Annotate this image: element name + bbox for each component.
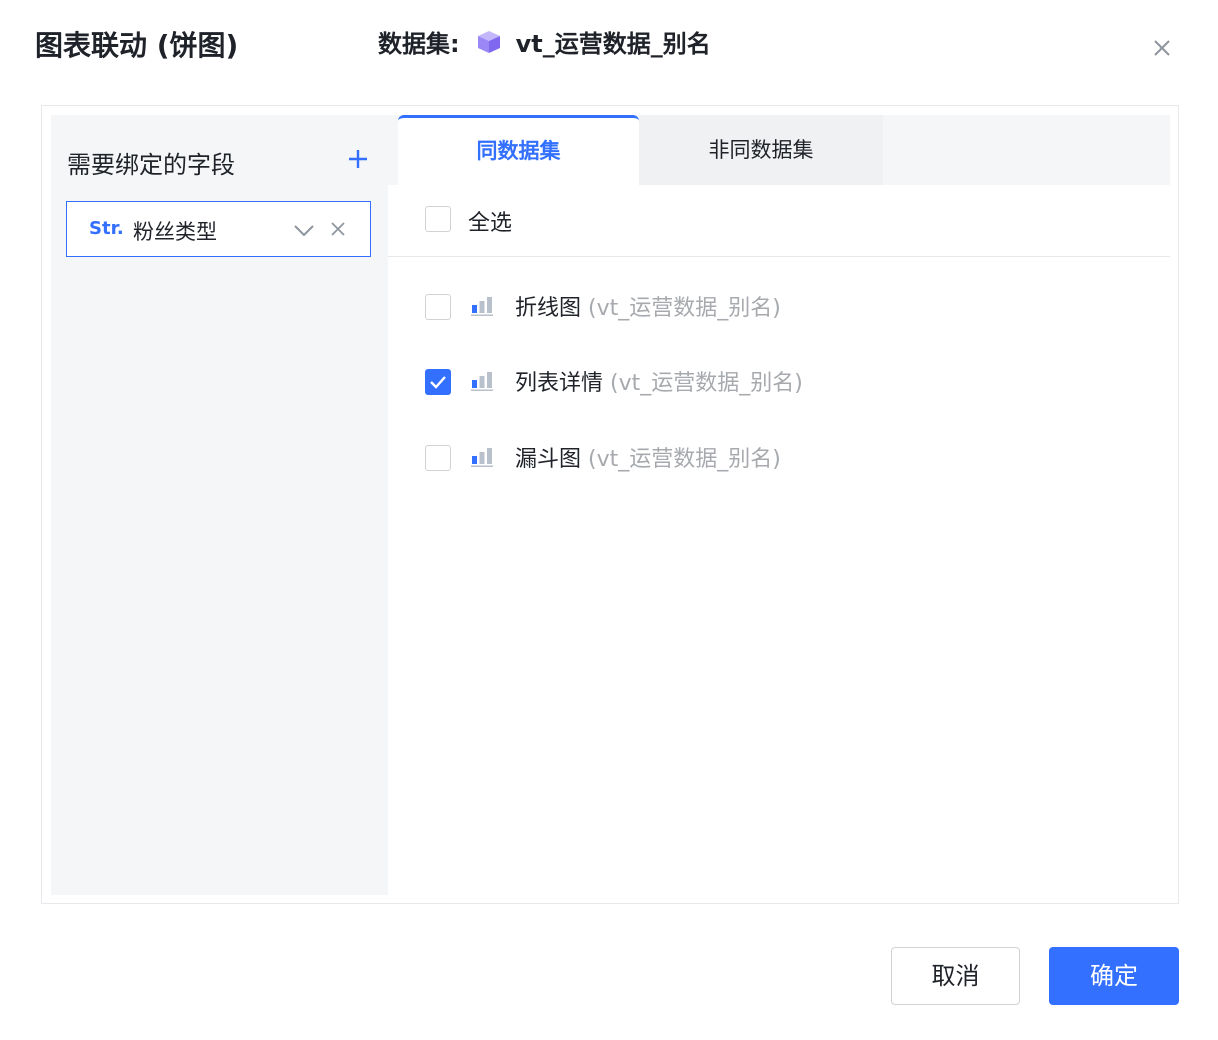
select-all-checkbox[interactable] (425, 206, 451, 232)
tab-other-dataset[interactable]: 非同数据集 (639, 115, 883, 185)
field-name: 粉丝类型 (133, 220, 217, 244)
close-icon[interactable] (1150, 36, 1174, 60)
dataset-tabs: 同数据集 非同数据集 (388, 115, 1170, 185)
cancel-button[interactable]: 取消 (891, 947, 1020, 1005)
bar-chart-icon (471, 445, 493, 467)
bind-fields-panel: 需要绑定的字段 Str. 粉丝类型 (51, 115, 388, 895)
dataset-info: 数据集: vt_运营数据_别名 (378, 24, 711, 59)
select-all-label: 全选 (468, 211, 513, 236)
dataset-cube-icon (476, 29, 502, 55)
list-item-chart[interactable]: 折线图 (vt_运营数据_别名) (388, 290, 1170, 330)
confirm-button[interactable]: 确定 (1049, 947, 1179, 1005)
chart-name: 折线图 (515, 296, 582, 321)
field-type-badge: Str. (89, 218, 124, 239)
tab-same-dataset[interactable]: 同数据集 (398, 115, 639, 185)
list-item-chart[interactable]: 列表详情 (vt_运营数据_别名) (388, 365, 1170, 405)
linkage-panel: 需要绑定的字段 Str. 粉丝类型 同数据集 非同数据集 全选 折线图 (vt_… (41, 105, 1179, 904)
field-select[interactable]: Str. 粉丝类型 (66, 201, 371, 257)
dataset-prefix: 数据集: (378, 30, 460, 58)
chart-dataset: (vt_运营数据_别名) (588, 296, 781, 321)
chart-dataset: (vt_运营数据_别名) (610, 371, 803, 396)
clear-field-icon[interactable] (329, 220, 347, 238)
chart-name: 列表详情 (515, 371, 604, 396)
add-field-icon[interactable] (346, 147, 370, 171)
list-item-chart[interactable]: 漏斗图 (vt_运营数据_别名) (388, 441, 1170, 481)
chart-checkbox[interactable] (425, 294, 451, 320)
bind-fields-title: 需要绑定的字段 (67, 151, 235, 179)
chart-name: 漏斗图 (515, 447, 582, 472)
check-icon (430, 376, 446, 389)
chevron-down-icon[interactable] (293, 222, 315, 238)
divider (388, 256, 1170, 257)
dialog-title: 图表联动 (饼图) (35, 29, 239, 62)
dataset-name: vt_运营数据_别名 (515, 30, 711, 58)
target-charts-panel: 同数据集 非同数据集 全选 折线图 (vt_运营数据_别名) 列表详情 (vt_… (388, 115, 1170, 895)
chart-dataset: (vt_运营数据_别名) (588, 447, 781, 472)
chart-checkbox[interactable] (425, 369, 451, 395)
chart-linkage-dialog: 图表联动 (饼图) 数据集: vt_运营数据_别名 需要绑定的字段 Str. 粉… (0, 0, 1218, 1040)
bar-chart-icon (471, 294, 493, 316)
chart-checkbox[interactable] (425, 445, 451, 471)
bar-chart-icon (471, 369, 493, 391)
